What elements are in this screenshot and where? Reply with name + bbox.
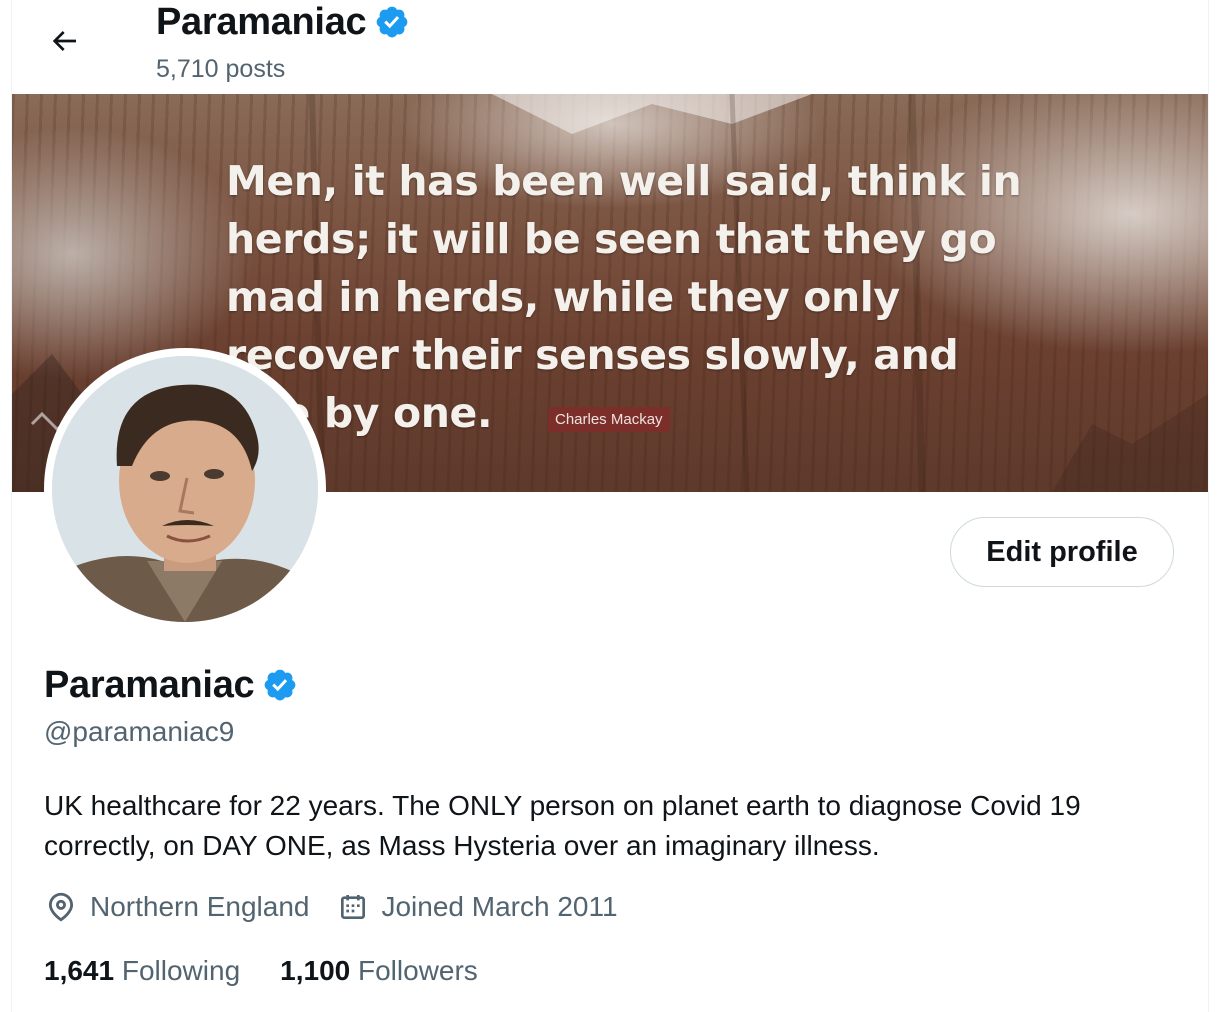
profile-display-name: Paramaniac xyxy=(44,664,255,706)
joined-item: Joined March 2011 xyxy=(337,891,618,923)
followers-count: 1,100 xyxy=(280,955,351,986)
following-link[interactable]: 1,641 Following xyxy=(44,955,240,987)
avatar-portrait xyxy=(52,356,318,622)
header-display-name: Paramaniac xyxy=(156,1,367,43)
profile-name-row: Paramaniac xyxy=(44,660,298,710)
back-arrow-icon xyxy=(52,31,76,51)
profile-meta: Northern England Joined March 2011 xyxy=(44,890,646,924)
header-title: Paramaniac xyxy=(156,0,410,46)
profile-handle: @paramaniac9 xyxy=(44,716,235,747)
followers-link[interactable]: 1,100 Followers xyxy=(280,955,478,987)
calendar-icon xyxy=(341,895,366,919)
location-pin-icon xyxy=(48,892,74,922)
verified-badge-icon[interactable] xyxy=(262,667,298,703)
posts-count: 5,710 posts xyxy=(156,55,286,83)
location-text: Northern England xyxy=(90,891,310,922)
verified-badge-icon xyxy=(376,6,408,38)
banner-quote-author: Charles Mackay xyxy=(548,407,670,432)
followers-label: Followers xyxy=(358,955,478,986)
following-label: Following xyxy=(121,955,241,986)
banner-quote: Men, it has been well said, think in her… xyxy=(226,157,1022,437)
edit-profile-button[interactable]: Edit profile xyxy=(950,517,1174,587)
follow-stats: 1,641 Following 1,100 Followers xyxy=(44,955,518,987)
profile-bio: UK healthcare for 22 years. The ONLY per… xyxy=(44,790,1081,861)
following-count: 1,641 xyxy=(44,955,115,986)
joined-text: Joined March 2011 xyxy=(381,891,618,922)
back-button[interactable] xyxy=(36,15,92,67)
avatar[interactable] xyxy=(52,356,318,622)
location-item: Northern England xyxy=(44,890,309,924)
